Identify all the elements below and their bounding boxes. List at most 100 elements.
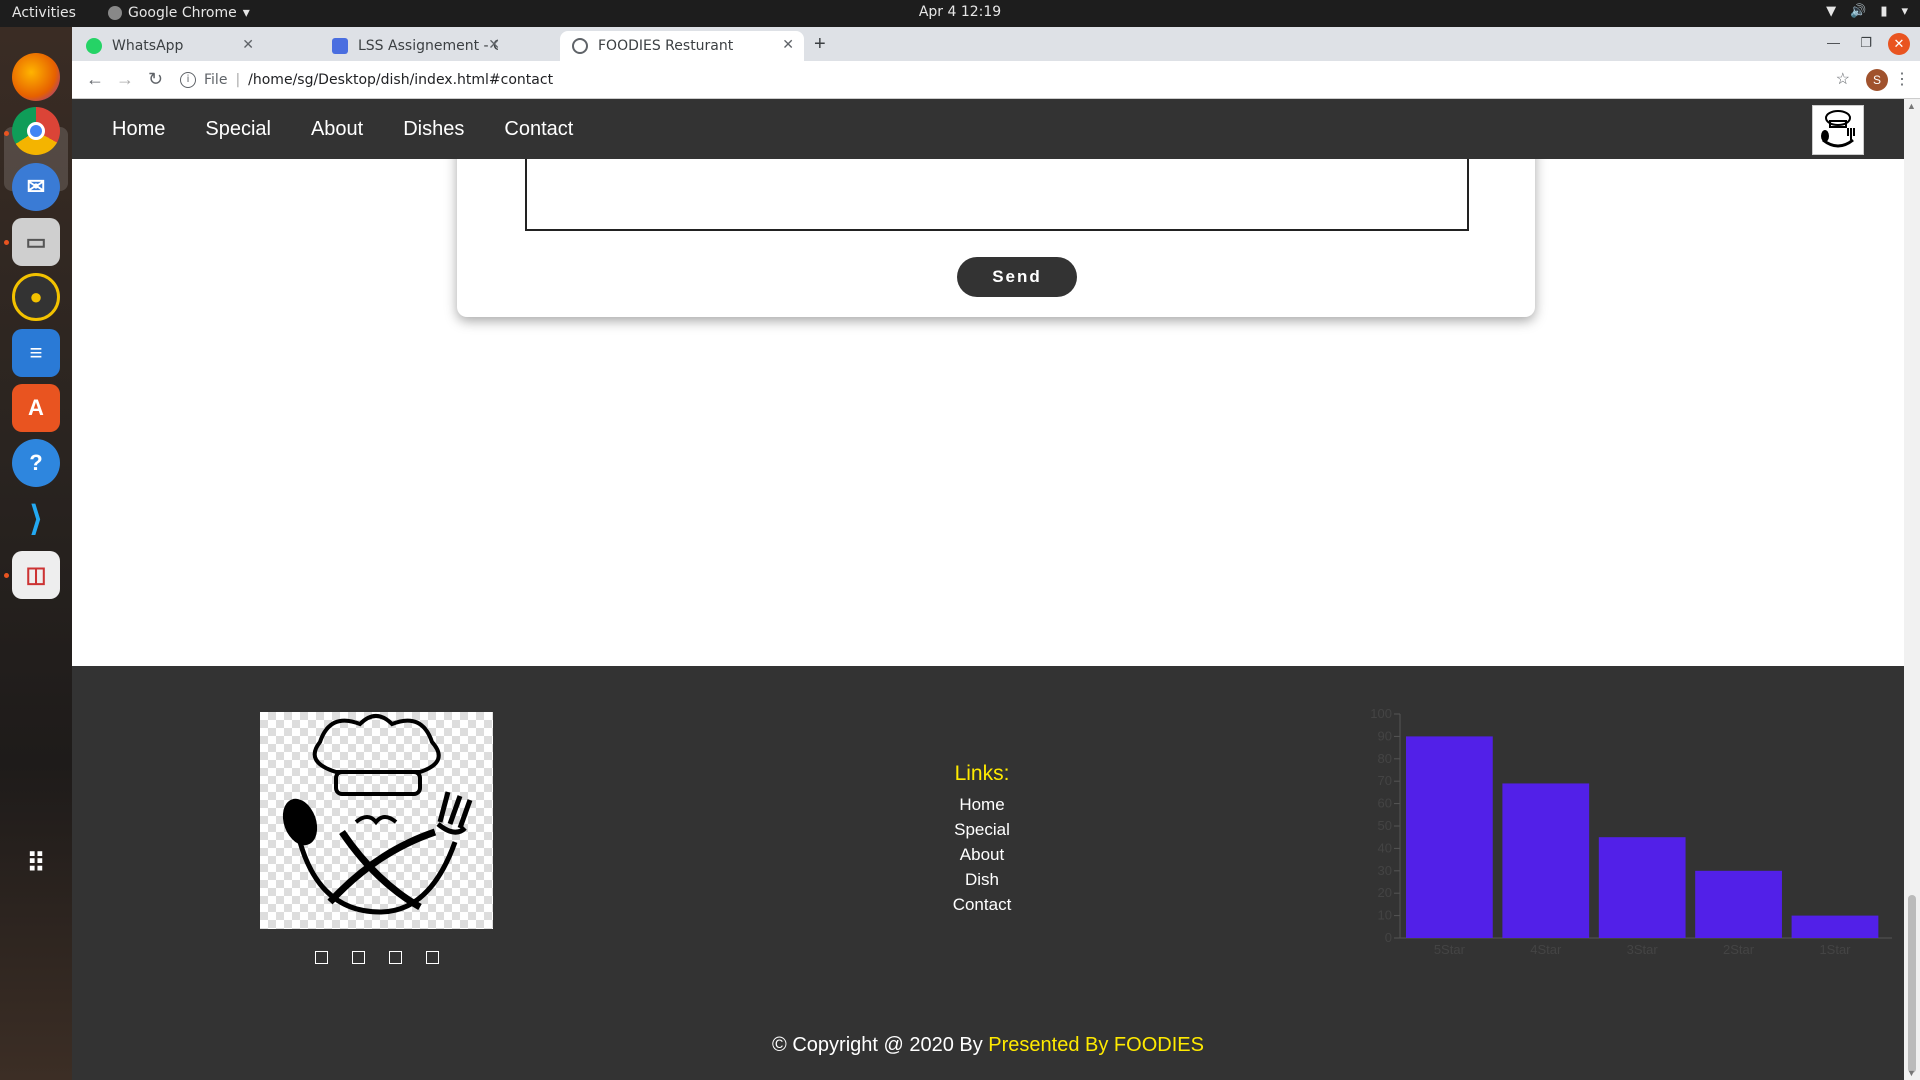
scrollbar-thumb[interactable]: [1908, 895, 1916, 1073]
url-separator: |: [235, 72, 241, 88]
url-text: /home/sg/Desktop/dish/index.html#contact: [248, 72, 554, 88]
vscode-icon[interactable]: ⟩: [12, 495, 60, 543]
browser-toolbar: ← → ↻ i File | /home/sg/Desktop/dish/ind…: [72, 61, 1920, 99]
y-tick-label: 10: [1378, 908, 1392, 923]
footer-link-contact[interactable]: Contact: [932, 892, 1032, 917]
url-scheme: File: [204, 72, 228, 88]
thunderbird-icon[interactable]: ✉: [12, 163, 60, 211]
running-indicator: [4, 573, 9, 578]
nav-about[interactable]: About: [311, 118, 363, 141]
y-tick-label: 40: [1378, 840, 1392, 855]
whatsapp-icon: [86, 38, 102, 54]
new-tab-button[interactable]: +: [814, 33, 826, 56]
forward-button[interactable]: →: [116, 69, 134, 90]
y-tick-label: 0: [1385, 930, 1392, 945]
nav-contact[interactable]: Contact: [504, 118, 573, 141]
rating-bar-chart: 0 10 20 30 40 50 60 70 80 90 100 5Star 4Star 3Star 2St…: [1370, 706, 1892, 957]
firefox-icon[interactable]: [12, 53, 60, 101]
scroll-up-icon[interactable]: ▲: [1907, 101, 1916, 111]
running-indicator: [4, 131, 9, 136]
menu-kebab-icon[interactable]: ⋮: [1894, 69, 1910, 89]
page-viewport: Send Home Special About Dishes Contact L…: [72, 99, 1904, 1080]
footer-links: Links: Home Special About Dish Contact: [932, 762, 1032, 917]
site-footer: Links: Home Special About Dish Contact 0…: [72, 666, 1904, 1080]
footer-links-heading: Links:: [954, 762, 1010, 785]
footer-link-home[interactable]: Home: [932, 792, 1032, 817]
bar: [1598, 837, 1686, 938]
tab-whatsapp[interactable]: WhatsApp ✕: [74, 31, 264, 61]
running-indicator: [4, 240, 9, 245]
clock[interactable]: Apr 4 12:19: [0, 4, 1920, 20]
system-top-bar: Activities Google Chrome ▾ Apr 4 12:19 ▼…: [0, 0, 1920, 27]
nav-special[interactable]: Special: [205, 118, 271, 141]
nav-home[interactable]: Home: [112, 118, 165, 141]
minimize-button[interactable]: —: [1827, 35, 1840, 50]
y-tick-label: 100: [1370, 706, 1392, 721]
restore-button[interactable]: ❐: [1860, 35, 1872, 51]
help-icon[interactable]: ?: [12, 439, 60, 487]
y-tick-label: 50: [1378, 818, 1392, 833]
tab-strip: WhatsApp ✕ LSS Assignement - Google ✕ FO…: [72, 27, 1920, 61]
files-icon[interactable]: ▭: [12, 218, 60, 266]
x-tick-label: 3Star: [1627, 942, 1659, 957]
footer-link-special[interactable]: Special: [932, 817, 1032, 842]
docs-icon: [332, 38, 348, 54]
chrome-icon[interactable]: [12, 107, 60, 155]
footer-link-about[interactable]: About: [932, 842, 1032, 867]
show-apps-icon[interactable]: ⠿: [12, 839, 60, 887]
close-icon[interactable]: ✕: [242, 37, 254, 53]
x-tick-label: 4Star: [1530, 942, 1562, 957]
bar: [1695, 870, 1782, 938]
copyright-brand: Presented By FOODIES: [988, 1034, 1204, 1056]
copyright: © Copyright @ 2020 By Presented By FOODI…: [72, 1034, 1904, 1057]
rhythmbox-icon[interactable]: ●: [12, 273, 60, 321]
y-tick-label: 60: [1378, 796, 1392, 811]
bar: [1791, 915, 1879, 938]
window-close-button[interactable]: ✕: [1888, 33, 1910, 55]
social-icon[interactable]: [426, 951, 439, 964]
profile-avatar[interactable]: S: [1866, 69, 1888, 91]
copyright-text: © Copyright @ 2020 By: [772, 1034, 989, 1056]
x-tick-label: 2Star: [1723, 942, 1755, 957]
chevron-down-icon: ▾: [1901, 4, 1908, 19]
close-icon[interactable]: ✕: [488, 37, 500, 53]
volume-icon: 🔊: [1850, 4, 1867, 19]
battery-icon: ▮: [1880, 4, 1888, 19]
tab-title: WhatsApp: [112, 38, 184, 54]
page-scrollbar[interactable]: ▲ ▼: [1904, 99, 1920, 1080]
reload-button[interactable]: ↻: [148, 69, 163, 90]
globe-icon: [572, 38, 588, 54]
nav-dishes[interactable]: Dishes: [403, 118, 464, 141]
bar: [1406, 736, 1493, 938]
info-icon[interactable]: i: [180, 72, 196, 88]
send-button[interactable]: Send: [957, 257, 1077, 297]
bar: [1502, 783, 1590, 938]
tab-foodies[interactable]: FOODIES Resturant ✕: [560, 31, 804, 61]
tab-title: LSS Assignement - Google: [358, 38, 498, 54]
tab-title: FOODIES Resturant: [598, 38, 734, 54]
social-links: [315, 951, 439, 964]
x-tick-label: 1Star: [1819, 942, 1851, 957]
system-tray[interactable]: ▼ 🔊 ▮ ▾: [1826, 4, 1908, 19]
footer-link-dish[interactable]: Dish: [932, 867, 1032, 892]
close-icon[interactable]: ✕: [782, 37, 794, 53]
tab-docs[interactable]: LSS Assignement - Google ✕: [320, 31, 510, 61]
social-icon[interactable]: [389, 951, 402, 964]
bookmark-star-icon[interactable]: ☆: [1836, 69, 1850, 89]
social-icon[interactable]: [352, 951, 365, 964]
site-navbar: Home Special About Dishes Contact: [72, 99, 1904, 159]
chef-logo: [260, 712, 493, 929]
x-tick-label: 5Star: [1434, 942, 1466, 957]
social-icon[interactable]: [315, 951, 328, 964]
document-viewer-icon[interactable]: ◫: [12, 551, 60, 599]
back-button[interactable]: ←: [86, 69, 104, 90]
address-bar[interactable]: i File | /home/sg/Desktop/dish/index.htm…: [180, 65, 1820, 95]
wifi-icon: ▼: [1826, 4, 1837, 19]
chef-logo[interactable]: [1812, 105, 1864, 155]
writer-icon[interactable]: ≡: [12, 329, 60, 377]
scroll-down-icon[interactable]: ▼: [1907, 1068, 1916, 1078]
software-center-icon[interactable]: A: [12, 384, 60, 432]
y-tick-label: 30: [1378, 863, 1392, 878]
browser-window: WhatsApp ✕ LSS Assignement - Google ✕ FO…: [72, 27, 1920, 99]
y-tick-label: 70: [1378, 773, 1392, 788]
